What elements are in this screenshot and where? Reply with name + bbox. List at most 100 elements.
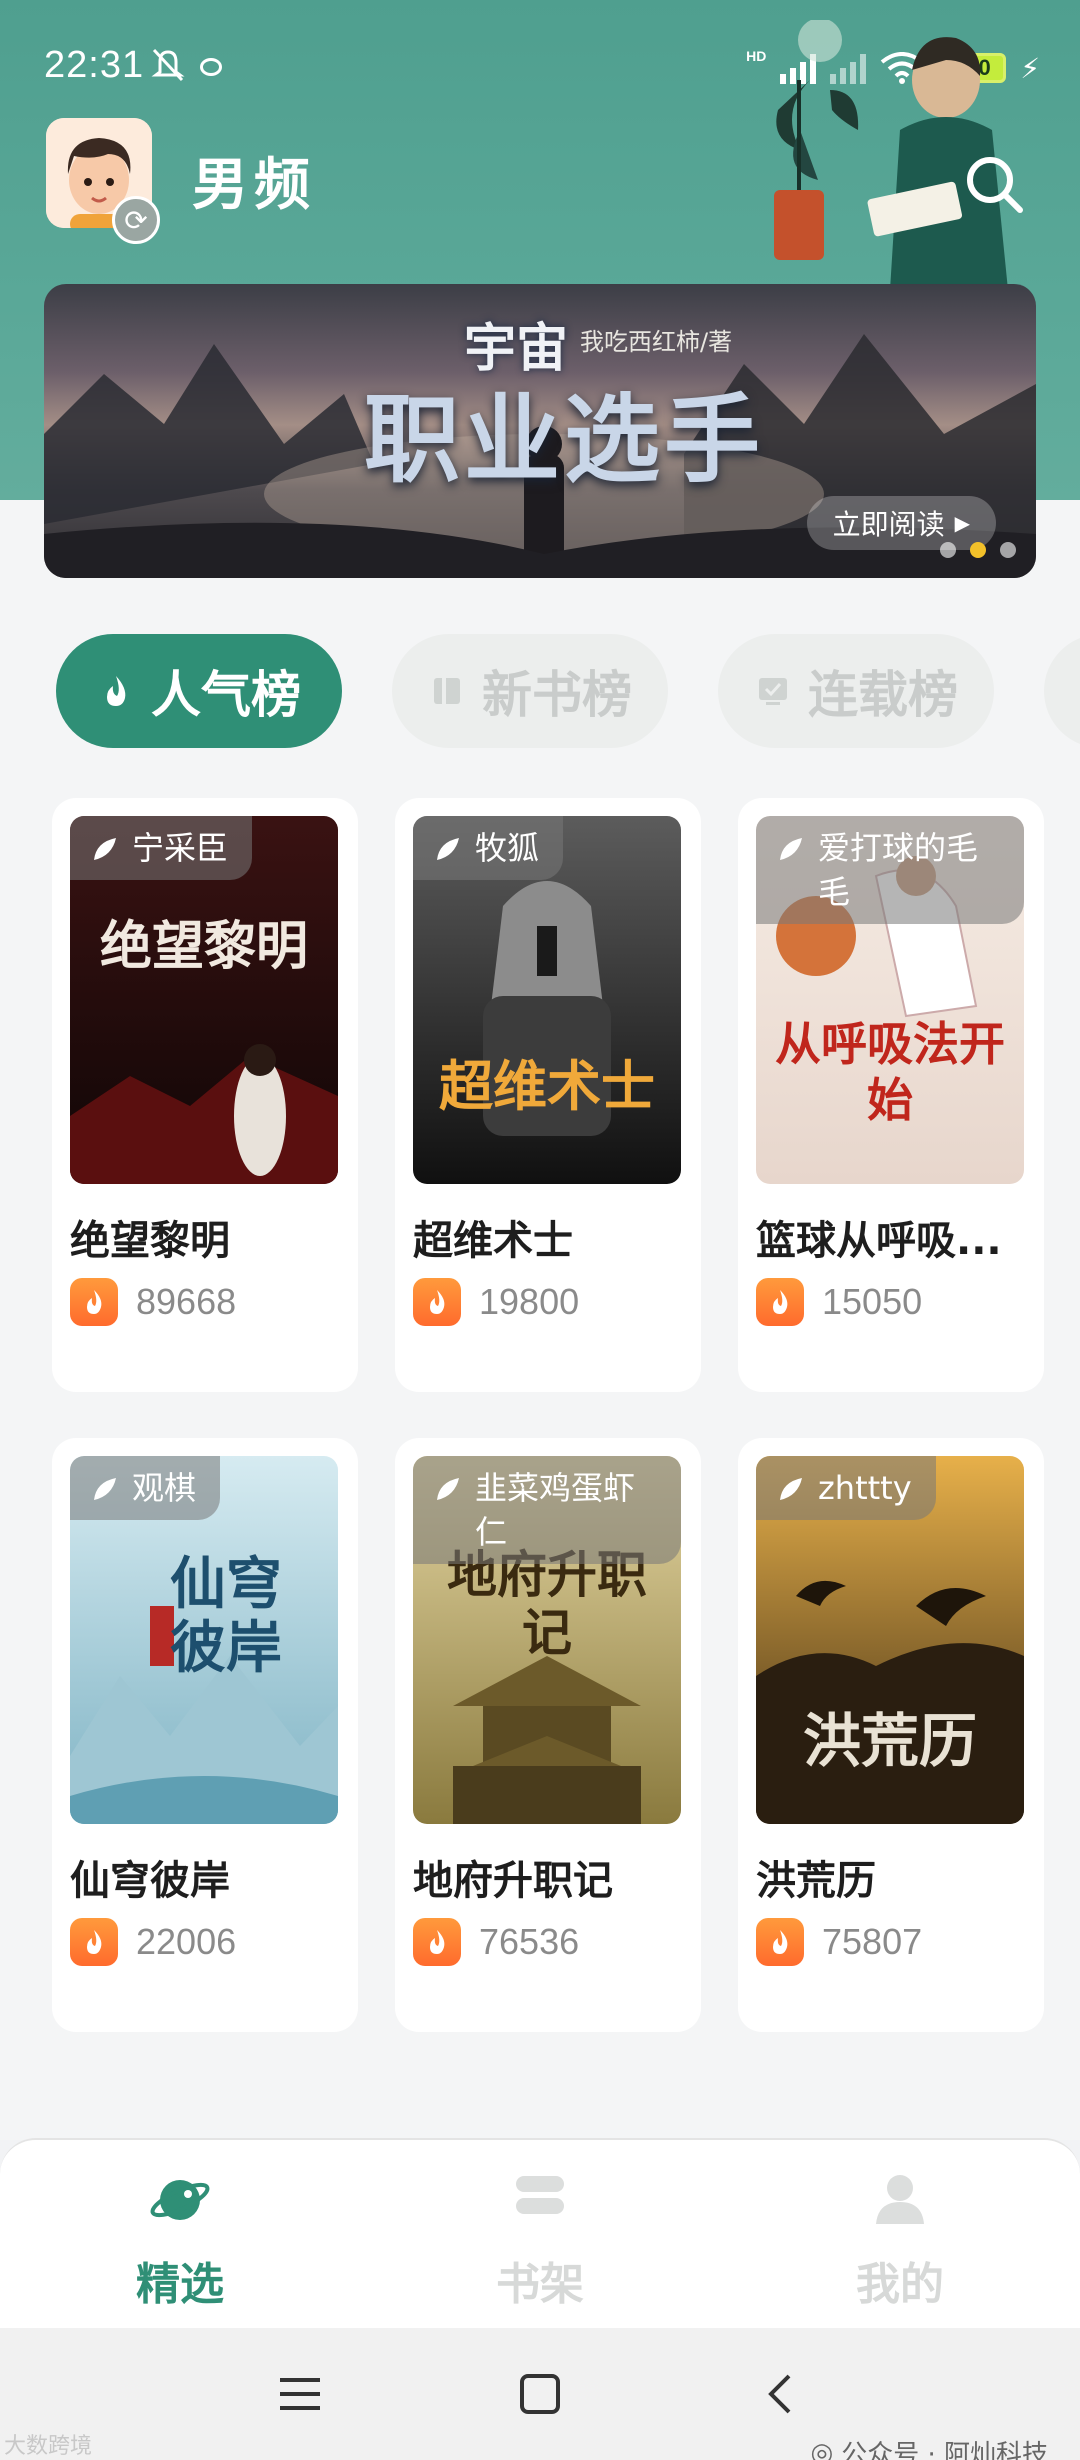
- book-cover: 超维术士 牧狐: [413, 816, 681, 1184]
- channel-title: 男频: [192, 152, 316, 218]
- refresh-icon: ⟳: [124, 203, 148, 237]
- ranking-tabs: 人气榜 新书榜 连载榜: [56, 634, 1080, 748]
- heat-score: 22006: [70, 1918, 236, 1966]
- home-icon: [520, 2374, 560, 2414]
- book-card[interactable]: 地府升职记 韭菜鸡蛋虾仁 地府升职记 76536: [395, 1438, 701, 2032]
- tab-serial[interactable]: 连载榜: [718, 634, 994, 748]
- feather-icon: [94, 1478, 116, 1500]
- tab-more[interactable]: [1044, 634, 1080, 748]
- fire-icon: [756, 1918, 804, 1966]
- bell-muted-icon: [151, 48, 185, 82]
- author-tag: 牧狐: [413, 816, 564, 880]
- serial-icon: [759, 678, 787, 705]
- back-button[interactable]: [750, 2364, 810, 2424]
- book-title: 洪荒历: [756, 1858, 876, 1904]
- author-tag: zhttty: [756, 1456, 936, 1520]
- nav-label: 精选: [136, 2259, 224, 2310]
- back-icon: [768, 2374, 791, 2414]
- heat-value: 22006: [136, 1921, 237, 1962]
- author-name: 观棋: [132, 1469, 197, 1507]
- book-title: 超维术士: [413, 1218, 573, 1264]
- fire-icon: [413, 1278, 461, 1326]
- heat-value: 76536: [479, 1921, 580, 1962]
- bottom-navigation: 精选 书架 我的: [0, 2138, 1080, 2328]
- tab-label: 人气榜: [151, 665, 301, 724]
- tab-new-books[interactable]: 新书榜: [392, 634, 668, 748]
- nav-mine[interactable]: 我的: [800, 2166, 1000, 2312]
- home-button[interactable]: [510, 2364, 570, 2424]
- book-title: 篮球从呼吸...: [756, 1218, 1002, 1264]
- heat-value: 89668: [136, 1281, 237, 1322]
- cover-title: 仙穹彼岸: [170, 1551, 282, 1681]
- tab-popular[interactable]: 人气榜: [56, 634, 342, 748]
- feather-icon: [780, 838, 802, 860]
- tab-label: 新书榜: [482, 665, 632, 724]
- book-cover: 仙穹彼岸 观棋: [70, 1456, 338, 1824]
- book-cover: 从呼吸法开始 爱打球的毛毛: [756, 816, 1024, 1184]
- planet-icon: [150, 2180, 210, 2220]
- cover-title: 从呼吸法开始: [775, 1017, 1005, 1127]
- play-icon: ▶: [954, 511, 970, 535]
- menu-button[interactable]: [270, 2364, 330, 2424]
- nav-label: 书架: [496, 2259, 584, 2310]
- bookshelf-icon: [516, 2176, 564, 2214]
- book-card[interactable]: 仙穹彼岸 观棋 仙穹彼岸 22006: [52, 1438, 358, 2032]
- user-icon: [876, 2175, 924, 2224]
- feather-icon: [780, 1478, 802, 1500]
- author-name: zhttty: [818, 1469, 912, 1507]
- book-card[interactable]: 绝望黎明 宁采臣 绝望黎明 89668: [52, 798, 358, 1392]
- book-title: 绝望黎明: [70, 1218, 230, 1264]
- feather-icon: [94, 838, 116, 860]
- watermark: ◎ 公众号 · 阿灿科技: [811, 2434, 1048, 2460]
- author-name: 韭菜鸡蛋虾仁: [475, 1469, 636, 1551]
- book-card[interactable]: 洪荒历 zhttty 洪荒历 75807: [738, 1438, 1044, 2032]
- author-name: 爱打球的毛毛: [818, 829, 979, 911]
- tab-label: 连载榜: [808, 665, 958, 724]
- heat-score: 75807: [756, 1918, 922, 1966]
- feather-icon: [437, 838, 459, 860]
- author-tag: 爱打球的毛毛: [756, 816, 1024, 924]
- fire-icon: [413, 1918, 461, 1966]
- cover-title: 洪荒历: [802, 1707, 977, 1775]
- author-tag: 韭菜鸡蛋虾仁: [413, 1456, 681, 1564]
- banner-dot[interactable]: [940, 542, 956, 558]
- book-cover: 绝望黎明 宁采臣: [70, 816, 338, 1184]
- cover-title: 绝望黎明: [99, 916, 308, 977]
- banner-dot-active[interactable]: [970, 542, 986, 558]
- book-title: 仙穹彼岸: [70, 1858, 230, 1904]
- nav-featured[interactable]: 精选: [80, 2166, 280, 2312]
- book-cover: 洪荒历 zhttty: [756, 1456, 1024, 1824]
- book-icon: [434, 678, 460, 704]
- heat-value: 19800: [479, 1281, 580, 1322]
- heat-score: 76536: [413, 1918, 579, 1966]
- fire-icon: [70, 1918, 118, 1966]
- watermark-left: 大数跨境: [4, 2434, 93, 2459]
- fire-icon: [70, 1278, 118, 1326]
- status-time: 22:31: [44, 44, 145, 86]
- fire-icon: [756, 1278, 804, 1326]
- cover-title: 超维术士: [439, 1054, 655, 1118]
- author-name: 宁采臣: [132, 829, 229, 867]
- heat-score: 15050: [756, 1278, 922, 1326]
- nav-bookshelf[interactable]: 书架: [440, 2166, 640, 2312]
- nav-label: 我的: [856, 2259, 944, 2310]
- read-now-label: 立即阅读: [832, 508, 945, 541]
- wechat-icon: ◎: [810, 2437, 834, 2460]
- banner-title: 职业选手: [364, 383, 764, 496]
- menu-icon: [280, 2378, 320, 2410]
- heat-value: 15050: [822, 1281, 923, 1322]
- promo-banner[interactable]: 宇宙 我吃西红柿/著 职业选手 立即阅读 ▶: [44, 284, 1036, 578]
- search-icon[interactable]: [960, 150, 1030, 220]
- notification-dot-icon: [200, 58, 222, 76]
- book-card[interactable]: 从呼吸法开始 爱打球的毛毛 篮球从呼吸... 15050: [738, 798, 1044, 1392]
- flame-icon: [107, 676, 126, 706]
- author-tag: 观棋: [70, 1456, 221, 1520]
- switch-channel-button[interactable]: ⟳: [112, 196, 160, 244]
- banner-dot[interactable]: [1000, 542, 1016, 558]
- heat-score: 19800: [413, 1278, 579, 1326]
- author-name: 牧狐: [475, 829, 540, 867]
- book-card[interactable]: 超维术士 牧狐 超维术士 19800: [395, 798, 701, 1392]
- author-tag: 宁采臣: [70, 816, 253, 880]
- feather-icon: [437, 1478, 459, 1500]
- book-cover: 地府升职记 韭菜鸡蛋虾仁: [413, 1456, 681, 1824]
